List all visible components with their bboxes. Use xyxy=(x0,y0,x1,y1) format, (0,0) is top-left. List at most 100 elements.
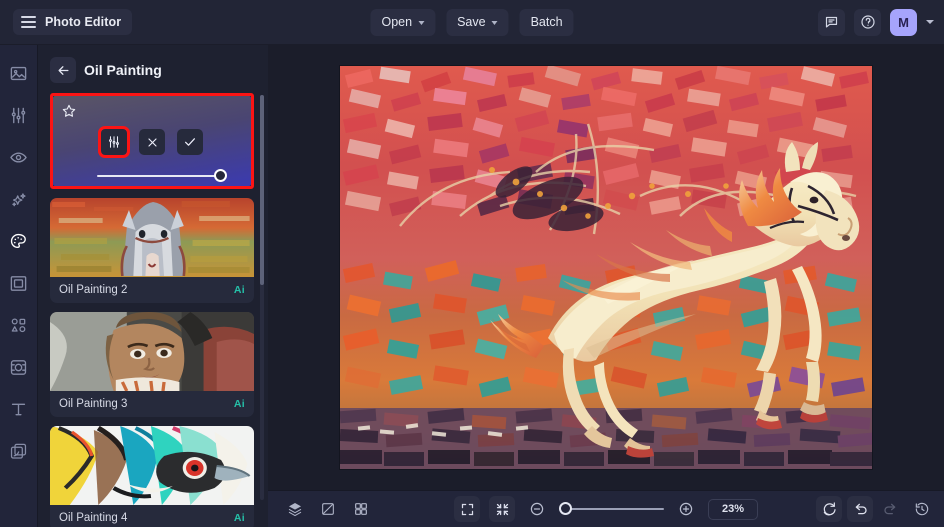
artboard[interactable] xyxy=(340,66,872,469)
active-preset-card-highlight xyxy=(50,93,254,189)
fit-screen-icon xyxy=(461,503,473,515)
preset-thumbnail xyxy=(50,198,254,277)
sidebar-item-shapes[interactable] xyxy=(4,310,34,340)
canvas-area[interactable] xyxy=(268,45,944,490)
eye-icon xyxy=(10,151,27,163)
sidebar-item-mask[interactable] xyxy=(4,352,34,382)
photo-editor-app: Photo Editor Open Save Batch M Oil Paint… xyxy=(0,0,944,527)
effects-panel: Oil Painting Oil Painting 2 Ai Oil Paint… xyxy=(38,45,268,527)
scrollbar-thumb[interactable] xyxy=(260,95,264,285)
reset-button[interactable] xyxy=(816,496,842,522)
app-menu-button[interactable]: Photo Editor xyxy=(13,9,133,35)
sparkles-icon xyxy=(12,192,26,206)
active-card-actions xyxy=(53,126,251,158)
favorite-star-icon[interactable] xyxy=(61,103,77,124)
preset-card[interactable]: Oil Painting 2 Ai xyxy=(50,198,254,303)
top-right-actions: M xyxy=(818,8,934,36)
palette-icon xyxy=(10,233,26,248)
grid-icon xyxy=(355,503,367,515)
history-controls xyxy=(816,496,935,522)
preset-intensity-slider[interactable] xyxy=(97,169,227,182)
sidebar-item-text[interactable] xyxy=(4,394,34,424)
arrow-left-icon xyxy=(58,65,68,75)
chevron-down-icon xyxy=(491,20,498,25)
shrink-view-button[interactable] xyxy=(489,496,515,522)
zoom-slider[interactable] xyxy=(559,502,664,516)
oil-painting-3-preview xyxy=(50,312,254,391)
hamburger-icon xyxy=(21,16,36,28)
preset-footer: Oil Painting 2 Ai xyxy=(50,277,254,303)
history-button[interactable] xyxy=(909,496,935,522)
chat-bubble-icon xyxy=(825,16,838,27)
chevron-down-icon[interactable] xyxy=(926,20,934,24)
redo-button[interactable] xyxy=(878,496,904,522)
slider-track xyxy=(97,175,225,177)
preset-label: Oil Painting 2 xyxy=(59,284,128,296)
sidebar-item-image[interactable] xyxy=(4,58,34,88)
preset-card[interactable]: Oil Painting 4 Ai xyxy=(50,426,254,527)
minus-circle-icon xyxy=(530,502,544,516)
undo-button[interactable] xyxy=(847,496,873,522)
preset-apply-button[interactable] xyxy=(177,129,203,155)
help-button[interactable] xyxy=(854,8,881,36)
zoom-in-button[interactable] xyxy=(673,496,699,522)
image-icon xyxy=(10,66,27,80)
zoom-out-button[interactable] xyxy=(524,496,550,522)
zoom-level[interactable]: 23% xyxy=(708,498,758,520)
save-label: Save xyxy=(457,15,486,29)
ai-badge: Ai xyxy=(233,284,245,296)
question-circle-icon xyxy=(860,15,875,29)
history-clock-icon xyxy=(915,502,929,516)
sliders-icon xyxy=(109,136,119,148)
canvas-column: 23% xyxy=(268,45,944,527)
active-preset-card[interactable] xyxy=(53,96,251,186)
panel-header: Oil Painting xyxy=(38,45,268,93)
compare-split-icon xyxy=(322,503,334,515)
zoom-slider-knob[interactable] xyxy=(559,502,572,515)
left-tool-rail xyxy=(0,45,38,527)
sidebar-item-retouch[interactable] xyxy=(4,142,34,172)
fit-screen-button[interactable] xyxy=(454,496,480,522)
preset-footer: Oil Painting 3 Ai xyxy=(50,391,254,417)
preset-label: Oil Painting 4 xyxy=(59,512,128,524)
preset-thumbnail xyxy=(50,312,254,391)
undo-arrow-icon xyxy=(855,503,867,515)
save-button[interactable]: Save xyxy=(446,8,509,36)
bottom-left-tools xyxy=(282,496,374,522)
back-button[interactable] xyxy=(50,57,76,83)
sidebar-item-adjust[interactable] xyxy=(4,100,34,130)
preset-settings-button[interactable] xyxy=(98,126,130,158)
preset-list[interactable]: Oil Painting 2 Ai Oil Painting 3 Ai Oil … xyxy=(38,93,268,527)
mask-icon xyxy=(10,359,27,375)
sliders-icon xyxy=(11,107,26,123)
oil-painting-4-preview xyxy=(50,426,254,505)
slider-knob[interactable] xyxy=(214,169,227,182)
shapes-icon xyxy=(11,318,26,332)
preset-cancel-button[interactable] xyxy=(139,129,165,155)
panel-title: Oil Painting xyxy=(84,62,162,78)
preset-card[interactable]: Oil Painting 3 Ai xyxy=(50,312,254,417)
layers-icon xyxy=(288,503,302,517)
open-button[interactable]: Open xyxy=(370,8,436,36)
app-title: Photo Editor xyxy=(45,15,122,29)
avatar[interactable]: M xyxy=(890,8,917,36)
sidebar-item-art-styles[interactable] xyxy=(4,226,34,256)
bottom-toolbar: 23% xyxy=(268,490,944,527)
sidebar-item-effects[interactable] xyxy=(4,184,34,214)
preset-footer: Oil Painting 4 Ai xyxy=(50,505,254,527)
grid-view-button[interactable] xyxy=(348,496,374,522)
layers-button[interactable] xyxy=(282,496,308,522)
top-toolbar: Photo Editor Open Save Batch M xyxy=(0,0,944,45)
ai-badge: Ai xyxy=(233,398,245,410)
frame-icon xyxy=(10,275,27,291)
batch-button[interactable]: Batch xyxy=(519,8,574,36)
zoom-slider-track xyxy=(565,508,664,510)
sidebar-item-layers[interactable] xyxy=(4,436,34,466)
sidebar-item-frames[interactable] xyxy=(4,268,34,298)
layers-copy-icon xyxy=(10,443,27,459)
feedback-button[interactable] xyxy=(818,8,845,36)
text-icon xyxy=(11,403,26,415)
oil-painting-2-preview xyxy=(50,198,254,277)
check-icon xyxy=(185,138,195,146)
compare-button[interactable] xyxy=(315,496,341,522)
